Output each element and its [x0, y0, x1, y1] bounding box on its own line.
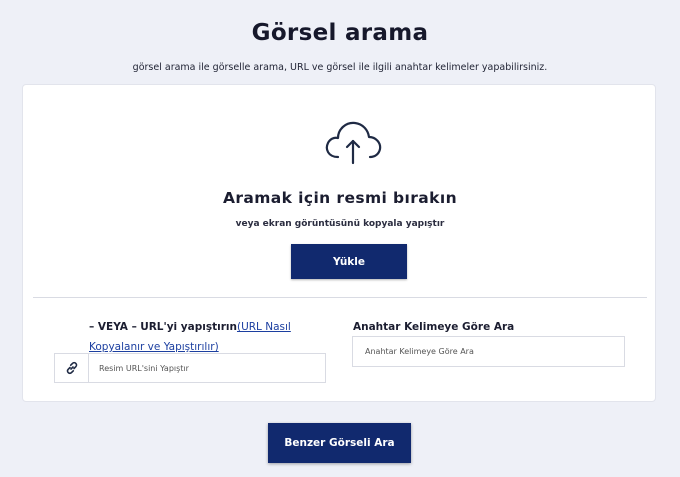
keyword-input[interactable] — [352, 336, 625, 367]
drop-instruction: Aramak için resmi bırakın — [222, 189, 458, 207]
page-subtitle: görsel arama ile görselle arama, URL ve … — [132, 62, 548, 73]
image-drop-zone[interactable]: Aramak için resmi bırakın veya ekran gör… — [33, 95, 647, 298]
upload-button[interactable]: Yükle — [291, 244, 407, 279]
link-icon-box — [55, 354, 89, 382]
url-section-label: – VEYA – URL'yi yapıştırın(URL Nasıl Kop… — [89, 317, 319, 357]
search-similar-button[interactable]: Benzer Görseli Ara — [268, 423, 411, 463]
link-icon — [66, 361, 77, 375]
page-title: Görsel arama — [251, 20, 429, 46]
paste-instruction: veya ekran görüntüsünü kopyala yapıştır — [235, 219, 445, 229]
keyword-label: Anahtar Kelimeye Göre Ara — [353, 321, 515, 333]
search-card: Aramak için resmi bırakın veya ekran gör… — [22, 84, 656, 402]
paste-url-text: URL'yi yapıştırın — [140, 321, 237, 333]
or-separator: – VEYA – — [89, 321, 137, 333]
url-input[interactable] — [89, 354, 325, 382]
cloud-upload-icon — [325, 121, 382, 165]
url-field — [54, 353, 326, 383]
